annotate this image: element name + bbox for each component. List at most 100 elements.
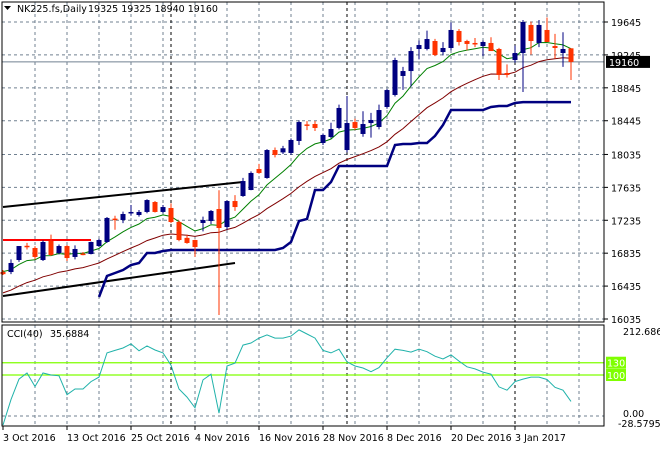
bull-candle: [384, 90, 390, 107]
main-pane-frame: [1, 1, 605, 323]
bear-candle: [48, 241, 54, 255]
bear-candle: [488, 42, 494, 52]
bear-candle: [304, 124, 310, 126]
cci-pane: CCI(40) 35.6884: [2, 329, 604, 426]
bear-candle: [184, 237, 190, 243]
cci-max-label: 212.6862: [623, 327, 660, 338]
bull-candle: [512, 53, 518, 61]
y-tick-label: 16435: [611, 282, 641, 293]
bear-candle: [192, 240, 198, 248]
x-tick-label: 20 Dec 2016: [451, 433, 512, 444]
cci-level-label: 100: [607, 371, 625, 382]
bull-candle: [160, 207, 166, 212]
bull-candle: [8, 262, 14, 273]
bull-candle: [328, 129, 334, 138]
x-tick-label: 28 Nov 2016: [323, 433, 384, 444]
overlays: [2, 41, 604, 298]
x-tick-label: 13 Oct 2016: [67, 433, 126, 444]
bull-candle: [144, 200, 150, 212]
bear-candle: [504, 73, 510, 75]
bear-candle: [80, 253, 86, 256]
bull-candle: [120, 214, 126, 221]
cci-min-label: -28.5795: [618, 419, 660, 430]
bear-candle: [472, 42, 478, 45]
bull-candle: [72, 248, 78, 257]
ohlc-label: 19325 19325 18940 19160: [88, 4, 218, 15]
chart-canvas: CCI(40)35.6884 1964519245188451844518035…: [0, 1, 660, 444]
bull-candle: [288, 139, 294, 153]
bear-candle: [0, 272, 6, 275]
bear-candle: [456, 30, 462, 42]
bull-candle: [448, 29, 454, 48]
x-tick-label: 3 Oct 2016: [3, 433, 56, 444]
y-tick-label: 18845: [611, 84, 641, 95]
ma-fast-line: [2, 41, 572, 273]
bear-candle: [256, 169, 262, 173]
bull-candle: [336, 107, 342, 128]
y-tick-label: 17235: [611, 216, 641, 227]
x-tick-label: 25 Oct 2016: [131, 433, 190, 444]
x-tick-label: 3 Jan 2017: [515, 433, 566, 444]
bull-candle: [16, 246, 22, 261]
bear-candle: [64, 246, 70, 259]
bull-candle: [440, 47, 446, 53]
bear-candle: [432, 41, 438, 55]
bull-candle: [264, 150, 270, 178]
bull-candle: [128, 211, 134, 214]
bear-candle: [216, 209, 222, 229]
y-tick-label: 16035: [611, 315, 641, 326]
bull-candle: [96, 240, 102, 247]
bear-candle: [352, 122, 358, 128]
bull-candle: [424, 39, 430, 49]
bull-candle: [480, 41, 486, 47]
bear-candle: [232, 201, 238, 208]
bull-candle: [560, 48, 566, 54]
bear-candle: [528, 24, 534, 42]
cci-value: 35.6884: [50, 329, 89, 340]
y-tick-label: 17635: [611, 183, 641, 194]
bull-candle: [320, 134, 326, 144]
bull-candle: [416, 45, 422, 49]
bull-candle: [88, 241, 94, 255]
axes: 1964519245188451844518035176351723516835…: [1, 1, 660, 444]
cci-line: [2, 329, 572, 426]
bear-candle: [176, 222, 182, 241]
chart-header[interactable]: NK225.fs,Daily 19325 19325 18940 19160: [4, 4, 218, 15]
bull-candle: [296, 122, 302, 141]
bear-candle: [312, 124, 318, 128]
symbol-label: NK225.fs,Daily: [17, 4, 87, 15]
y-tick-label: 18445: [611, 117, 641, 128]
bull-candle: [376, 110, 382, 127]
bull-candle: [136, 211, 142, 216]
cci-title: CCI(40): [7, 329, 43, 340]
bull-candle: [368, 119, 374, 124]
bear-candle: [568, 48, 574, 62]
bull-candle: [392, 60, 398, 95]
bear-candle: [544, 29, 550, 42]
bull-candle: [400, 71, 406, 76]
ma-slow-line: [2, 57, 572, 294]
bull-candle: [200, 220, 206, 223]
bear-candle: [32, 247, 38, 257]
x-tick-label: 16 Nov 2016: [259, 433, 320, 444]
x-tick-label: 8 Dec 2016: [387, 433, 442, 444]
y-tick-label: 19645: [611, 18, 641, 29]
bear-candle: [24, 245, 30, 248]
bear-candle: [168, 208, 174, 223]
bull-candle: [240, 181, 246, 197]
y-tick-label: 18035: [611, 150, 641, 161]
bear-candle: [464, 41, 470, 44]
bear-candle: [496, 48, 502, 75]
upper-channel-trendline: [2, 181, 244, 209]
bear-candle: [272, 150, 278, 155]
bear-candle: [552, 46, 558, 48]
bull-candle: [536, 24, 542, 43]
current-price-label: 19160: [609, 58, 639, 69]
bear-candle: [112, 218, 118, 221]
bull-candle: [248, 172, 254, 190]
triangle-down-icon[interactable]: [4, 6, 11, 10]
bull-candle: [344, 123, 350, 151]
bull-candle: [40, 241, 46, 261]
bear-candle: [152, 202, 158, 212]
bull-candle: [520, 22, 526, 54]
